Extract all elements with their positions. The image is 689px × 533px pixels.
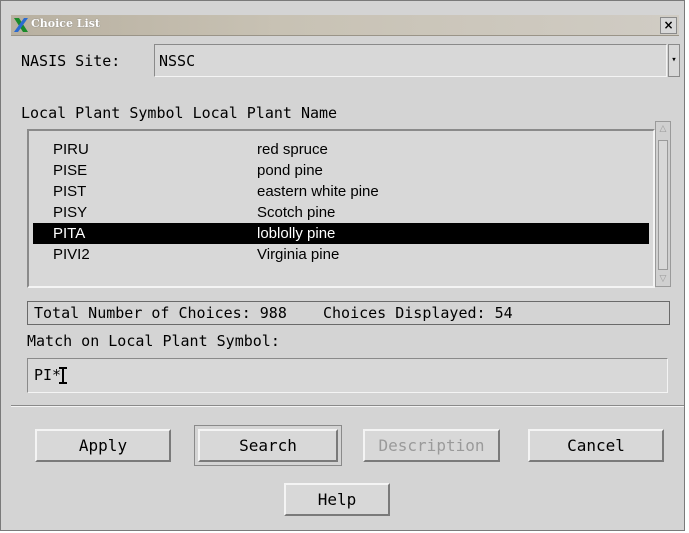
scroll-down-icon[interactable]: ▽ [658, 273, 668, 285]
match-input[interactable]: PI* [27, 358, 668, 393]
plant-symbol: PITA [53, 225, 86, 242]
site-label: NASIS Site: [21, 52, 121, 70]
plant-symbol: PIVI2 [53, 246, 90, 263]
close-icon[interactable]: × [660, 17, 677, 34]
help-button[interactable]: Help [284, 483, 390, 516]
x-logo-icon [14, 18, 28, 32]
window-title: Choice List [31, 17, 100, 30]
title-bar[interactable]: Choice List × [11, 15, 679, 36]
plant-name: Virginia pine [257, 246, 340, 263]
plant-symbol: PISY [53, 204, 88, 221]
list-item-selected[interactable]: PITA loblolly pine [33, 223, 649, 244]
list-scrollbar[interactable]: △ ▽ [655, 121, 671, 287]
plant-symbol: PIRU [53, 141, 89, 158]
plant-name: eastern white pine [257, 183, 379, 200]
cancel-button[interactable]: Cancel [528, 429, 664, 462]
list-column-headers: Local Plant Symbol Local Plant Name [21, 104, 338, 122]
apply-button[interactable]: Apply [35, 429, 171, 462]
chevron-down-icon[interactable]: ▾ [668, 44, 680, 77]
plant-list[interactable]: PIRU red spruce PISE pond pine PIST east… [27, 129, 655, 288]
choice-list-window: Choice List × NASIS Site: NSSC ▾ Local P… [0, 0, 685, 531]
plant-symbol: PIST [53, 183, 87, 200]
description-button[interactable]: Description [363, 429, 500, 462]
list-item[interactable]: PISY Scotch pine [33, 202, 649, 223]
scroll-up-icon[interactable]: △ [658, 123, 668, 135]
match-label: Match on Local Plant Symbol: [27, 332, 280, 350]
plant-name: red spruce [257, 141, 328, 158]
list-item[interactable]: PIST eastern white pine [33, 181, 649, 202]
plant-name: Scotch pine [257, 204, 336, 221]
site-select[interactable]: NSSC [154, 44, 667, 77]
scrollbar-thumb[interactable] [658, 140, 668, 270]
plant-name: loblolly pine [257, 225, 336, 242]
choices-count: Total Number of Choices: 988 Choices Dis… [27, 301, 670, 325]
list-item[interactable]: PIVI2 Virginia pine [33, 244, 649, 265]
plant-symbol: PISE [53, 162, 88, 179]
divider [11, 405, 684, 407]
list-item[interactable]: PIRU red spruce [33, 139, 649, 160]
text-cursor [59, 367, 68, 384]
list-item[interactable]: PISE pond pine [33, 160, 649, 181]
plant-name: pond pine [257, 162, 323, 179]
match-input-value: PI* [34, 366, 62, 384]
search-button[interactable]: Search [194, 425, 342, 466]
